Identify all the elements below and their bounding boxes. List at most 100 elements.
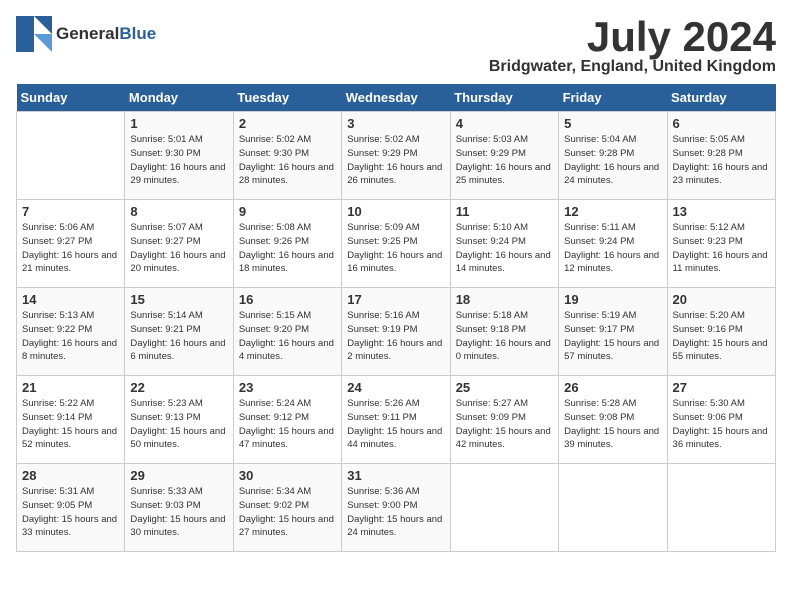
calendar-cell: 30 Sunrise: 5:34 AMSunset: 9:02 PMDayligh… (233, 464, 341, 552)
day-info: Sunrise: 5:06 AMSunset: 9:27 PMDaylight:… (22, 221, 119, 276)
weekday-header-friday: Friday (559, 84, 667, 112)
day-info: Sunrise: 5:31 AMSunset: 9:05 PMDaylight:… (22, 485, 119, 540)
day-info: Sunrise: 5:01 AMSunset: 9:30 PMDaylight:… (130, 133, 227, 188)
day-info: Sunrise: 5:05 AMSunset: 9:28 PMDaylight:… (673, 133, 770, 188)
day-info: Sunrise: 5:04 AMSunset: 9:28 PMDaylight:… (564, 133, 661, 188)
day-number: 21 (22, 380, 119, 395)
calendar-cell: 29Sunrise: 5:33 AMSunset: 9:03 PMDayligh… (125, 464, 233, 552)
page-header: GeneralBlue July 2024 Bridgwater, Englan… (16, 16, 776, 76)
day-info: Sunrise: 5:12 AMSunset: 9:23 PMDaylight:… (673, 221, 770, 276)
day-number: 31 (347, 468, 444, 483)
day-info: Sunrise: 5:10 AMSunset: 9:24 PMDaylight:… (456, 221, 553, 276)
day-info: Sunrise: 5:14 AMSunset: 9:21 PMDaylight:… (130, 309, 227, 364)
calendar-cell: 27Sunrise: 5:30 AMSunset: 9:06 PMDayligh… (667, 376, 775, 464)
day-number: 1 (130, 116, 227, 131)
day-info: Sunrise: 5:11 AMSunset: 9:24 PMDaylight:… (564, 221, 661, 276)
calendar-cell: 6 Sunrise: 5:05 AMSunset: 9:28 PMDaylight… (667, 112, 775, 200)
week-row-1: 1 Sunrise: 5:01 AMSunset: 9:30 PMDaylight… (17, 112, 776, 200)
day-number: 24 (347, 380, 444, 395)
calendar-cell: 24 Sunrise: 5:26 AMSunset: 9:11 PMDayligh… (342, 376, 450, 464)
calendar-cell: 28 Sunrise: 5:31 AMSunset: 9:05 PMDayligh… (17, 464, 125, 552)
week-row-2: 7Sunrise: 5:06 AMSunset: 9:27 PMDaylight… (17, 200, 776, 288)
day-info: Sunrise: 5:08 AMSunset: 9:26 PMDaylight:… (239, 221, 336, 276)
day-info: Sunrise: 5:15 AMSunset: 9:20 PMDaylight:… (239, 309, 336, 364)
day-number: 14 (22, 292, 119, 307)
day-info: Sunrise: 5:36 AMSunset: 9:00 PMDaylight:… (347, 485, 444, 540)
day-number: 16 (239, 292, 336, 307)
day-number: 13 (673, 204, 770, 219)
calendar-cell: 25Sunrise: 5:27 AMSunset: 9:09 PMDayligh… (450, 376, 558, 464)
calendar-cell: 20 Sunrise: 5:20 AMSunset: 9:16 PMDayligh… (667, 288, 775, 376)
calendar-cell (450, 464, 558, 552)
day-number: 15 (130, 292, 227, 307)
calendar-cell: 8Sunrise: 5:07 AMSunset: 9:27 PMDaylight… (125, 200, 233, 288)
day-info: Sunrise: 5:03 AMSunset: 9:29 PMDaylight:… (456, 133, 553, 188)
day-info: Sunrise: 5:22 AMSunset: 9:14 PMDaylight:… (22, 397, 119, 452)
logo-general-text: GeneralBlue (56, 24, 156, 44)
day-info: Sunrise: 5:02 AMSunset: 9:29 PMDaylight:… (347, 133, 444, 188)
calendar-cell: 21 Sunrise: 5:22 AMSunset: 9:14 PMDayligh… (17, 376, 125, 464)
calendar-cell: 17Sunrise: 5:16 AMSunset: 9:19 PMDayligh… (342, 288, 450, 376)
logo-icon (16, 16, 52, 52)
day-number: 18 (456, 292, 553, 307)
day-info: Sunrise: 5:13 AMSunset: 9:22 PMDaylight:… (22, 309, 119, 364)
weekday-header-thursday: Thursday (450, 84, 558, 112)
day-number: 6 (673, 116, 770, 131)
day-info: Sunrise: 5:09 AMSunset: 9:25 PMDaylight:… (347, 221, 444, 276)
day-info: Sunrise: 5:34 AMSunset: 9:02 PMDaylight:… (239, 485, 336, 540)
calendar-table: SundayMondayTuesdayWednesdayThursdayFrid… (16, 84, 776, 552)
weekday-header-tuesday: Tuesday (233, 84, 341, 112)
day-info: Sunrise: 5:24 AMSunset: 9:12 PMDaylight:… (239, 397, 336, 452)
day-number: 27 (673, 380, 770, 395)
calendar-cell (17, 112, 125, 200)
day-info: Sunrise: 5:33 AMSunset: 9:03 PMDaylight:… (130, 485, 227, 540)
calendar-cell: 10 Sunrise: 5:09 AMSunset: 9:25 PMDayligh… (342, 200, 450, 288)
day-info: Sunrise: 5:20 AMSunset: 9:16 PMDaylight:… (673, 309, 770, 364)
calendar-cell: 19 Sunrise: 5:19 AMSunset: 9:17 PMDayligh… (559, 288, 667, 376)
week-row-4: 21 Sunrise: 5:22 AMSunset: 9:14 PMDayligh… (17, 376, 776, 464)
weekday-header-sunday: Sunday (17, 84, 125, 112)
title-area: July 2024 Bridgwater, England, United Ki… (489, 16, 776, 76)
weekday-header-saturday: Saturday (667, 84, 775, 112)
calendar-cell: 18 Sunrise: 5:18 AMSunset: 9:18 PMDayligh… (450, 288, 558, 376)
day-number: 10 (347, 204, 444, 219)
day-info: Sunrise: 5:16 AMSunset: 9:19 PMDaylight:… (347, 309, 444, 364)
weekday-header-monday: Monday (125, 84, 233, 112)
day-number: 20 (673, 292, 770, 307)
week-row-3: 14 Sunrise: 5:13 AMSunset: 9:22 PMDayligh… (17, 288, 776, 376)
calendar-cell: 11Sunrise: 5:10 AMSunset: 9:24 PMDayligh… (450, 200, 558, 288)
location: Bridgwater, England, United Kingdom (489, 58, 776, 76)
day-info: Sunrise: 5:28 AMSunset: 9:08 PMDaylight:… (564, 397, 661, 452)
day-number: 30 (239, 468, 336, 483)
day-info: Sunrise: 5:26 AMSunset: 9:11 PMDaylight:… (347, 397, 444, 452)
day-info: Sunrise: 5:18 AMSunset: 9:18 PMDaylight:… (456, 309, 553, 364)
calendar-cell: 15 Sunrise: 5:14 AMSunset: 9:21 PMDayligh… (125, 288, 233, 376)
logo: GeneralBlue (16, 16, 156, 52)
day-number: 3 (347, 116, 444, 131)
month-title: July 2024 (489, 16, 776, 58)
day-info: Sunrise: 5:19 AMSunset: 9:17 PMDaylight:… (564, 309, 661, 364)
week-row-5: 28 Sunrise: 5:31 AMSunset: 9:05 PMDayligh… (17, 464, 776, 552)
day-info: Sunrise: 5:07 AMSunset: 9:27 PMDaylight:… (130, 221, 227, 276)
day-number: 9 (239, 204, 336, 219)
calendar-cell: 16 Sunrise: 5:15 AMSunset: 9:20 PMDayligh… (233, 288, 341, 376)
weekday-header-row: SundayMondayTuesdayWednesdayThursdayFrid… (17, 84, 776, 112)
day-info: Sunrise: 5:23 AMSunset: 9:13 PMDaylight:… (130, 397, 227, 452)
calendar-cell (667, 464, 775, 552)
calendar-cell: 26 Sunrise: 5:28 AMSunset: 9:08 PMDayligh… (559, 376, 667, 464)
calendar-cell (559, 464, 667, 552)
day-number: 26 (564, 380, 661, 395)
day-info: Sunrise: 5:27 AMSunset: 9:09 PMDaylight:… (456, 397, 553, 452)
day-number: 4 (456, 116, 553, 131)
calendar-cell: 13 Sunrise: 5:12 AMSunset: 9:23 PMDayligh… (667, 200, 775, 288)
day-number: 19 (564, 292, 661, 307)
calendar-cell: 14 Sunrise: 5:13 AMSunset: 9:22 PMDayligh… (17, 288, 125, 376)
calendar-cell: 2Sunrise: 5:02 AMSunset: 9:30 PMDaylight… (233, 112, 341, 200)
day-number: 28 (22, 468, 119, 483)
day-info: Sunrise: 5:02 AMSunset: 9:30 PMDaylight:… (239, 133, 336, 188)
calendar-cell: 4 Sunrise: 5:03 AMSunset: 9:29 PMDaylight… (450, 112, 558, 200)
calendar-cell: 7Sunrise: 5:06 AMSunset: 9:27 PMDaylight… (17, 200, 125, 288)
weekday-header-wednesday: Wednesday (342, 84, 450, 112)
day-number: 23 (239, 380, 336, 395)
calendar-cell: 23 Sunrise: 5:24 AMSunset: 9:12 PMDayligh… (233, 376, 341, 464)
